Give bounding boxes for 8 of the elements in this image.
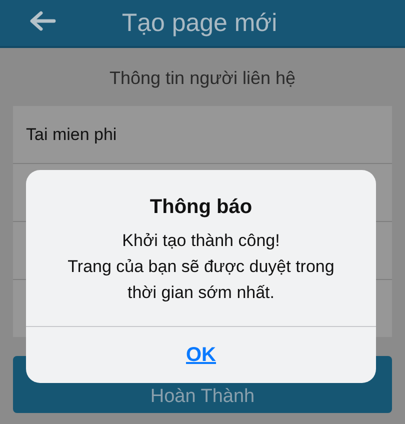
screen-title: Tạo page mới	[122, 8, 278, 38]
alert-title: Thông báo	[150, 196, 252, 219]
alert-message: Khởi tạo thành công!	[121, 230, 281, 252]
back-arrow-icon[interactable]	[29, 11, 56, 31]
input-field[interactable]: Tai mien phi	[13, 106, 392, 164]
alert-message: Trang của bạn sẽ được duyệt trong thời gian sớm nhất.	[66, 256, 336, 304]
ok-button[interactable]: OK	[26, 327, 376, 383]
section-title: Thông tin người liên hệ	[108, 67, 296, 90]
